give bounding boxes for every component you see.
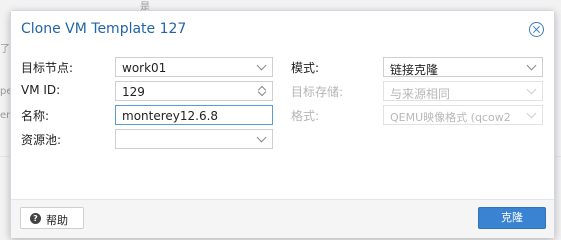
help-button-label: 帮助 — [46, 214, 68, 227]
target-storage-value: 与来源相同 — [390, 87, 451, 101]
chevron-down-icon — [526, 108, 537, 119]
background-text-left-1: 了 — [0, 44, 10, 55]
vm-id-value: 129 — [122, 85, 145, 99]
label-resource-pool: 资源池: — [21, 133, 62, 147]
dialog-footer: ? 帮助 克隆 — [11, 199, 554, 238]
spinner-icon[interactable] — [257, 84, 267, 98]
name-value: monterey12.6.8 — [122, 109, 219, 123]
chevron-down-icon[interactable] — [256, 132, 267, 143]
mode-select[interactable]: 链接克隆 — [383, 57, 543, 77]
target-node-select[interactable]: work01 — [115, 57, 273, 77]
label-vm-id: VM ID: — [21, 83, 61, 97]
help-button[interactable]: ? 帮助 — [20, 207, 84, 229]
name-input[interactable]: monterey12.6.8 — [115, 105, 273, 125]
label-mode: 模式: — [291, 61, 320, 75]
question-circle-icon: ? — [30, 213, 41, 224]
clone-vm-dialog: Clone VM Template 127 目标节点: work01 VM ID… — [10, 10, 555, 238]
chevron-down-icon — [526, 84, 537, 95]
target-storage-select: 与来源相同 — [383, 81, 543, 101]
chevron-down-icon[interactable] — [256, 60, 267, 71]
close-icon[interactable] — [529, 22, 544, 37]
target-node-value: work01 — [122, 61, 167, 75]
format-select: QEMU映像格式 (qcow2 — [383, 105, 543, 125]
label-target-node: 目标节点: — [21, 61, 74, 75]
format-value: QEMU映像格式 (qcow2 — [390, 111, 511, 124]
label-format: 格式: — [291, 109, 320, 123]
label-target-storage: 目标存储: — [291, 85, 344, 99]
dialog-title: Clone VM Template 127 — [21, 21, 187, 37]
chevron-down-icon[interactable] — [526, 60, 537, 71]
vm-id-stepper[interactable]: 129 — [115, 81, 273, 101]
dialog-titlebar: Clone VM Template 127 — [11, 11, 554, 47]
label-name: 名称: — [21, 109, 50, 123]
background-text-left-3: er — [0, 110, 11, 121]
resource-pool-select[interactable] — [115, 129, 273, 149]
clone-button[interactable]: 克隆 — [478, 207, 546, 229]
mode-value: 链接克隆 — [390, 63, 439, 77]
